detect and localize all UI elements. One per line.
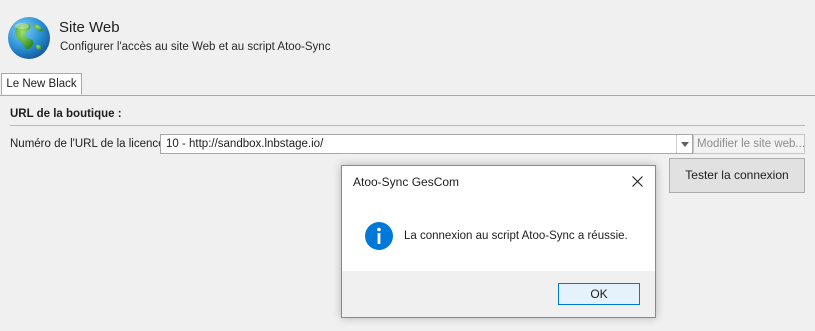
page-subtitle: Configurer l'accès au site Web et au scr… bbox=[60, 41, 331, 53]
licence-url-select[interactable]: 10 - http://sandbox.lnbstage.io/ bbox=[160, 134, 693, 154]
message-dialog: Atoo-Sync GesCom La connexion au script … bbox=[341, 165, 656, 318]
section-title: URL de la boutique : bbox=[10, 108, 122, 120]
licence-url-select-value: 10 - http://sandbox.lnbstage.io/ bbox=[166, 138, 324, 150]
tab-strip-divider bbox=[0, 95, 815, 96]
section-divider bbox=[10, 125, 805, 126]
globe-icon bbox=[6, 15, 52, 61]
tab-le-new-black[interactable]: Le New Black bbox=[1, 73, 82, 95]
ok-button[interactable]: OK bbox=[558, 283, 640, 305]
close-icon[interactable] bbox=[623, 168, 651, 194]
dialog-title: Atoo-Sync GesCom bbox=[353, 175, 460, 189]
modify-site-button[interactable]: Modifier le site web... bbox=[693, 134, 805, 154]
page-title: Site Web bbox=[59, 19, 120, 36]
dialog-message: La connexion au script Atoo-Sync a réuss… bbox=[404, 230, 628, 242]
licence-url-label: Numéro de l'URL de la licence : bbox=[10, 138, 171, 150]
dialog-footer: OK bbox=[342, 271, 655, 317]
test-connection-button[interactable]: Tester la connexion bbox=[669, 158, 805, 193]
info-icon bbox=[364, 221, 394, 251]
chevron-down-icon[interactable] bbox=[676, 135, 692, 153]
